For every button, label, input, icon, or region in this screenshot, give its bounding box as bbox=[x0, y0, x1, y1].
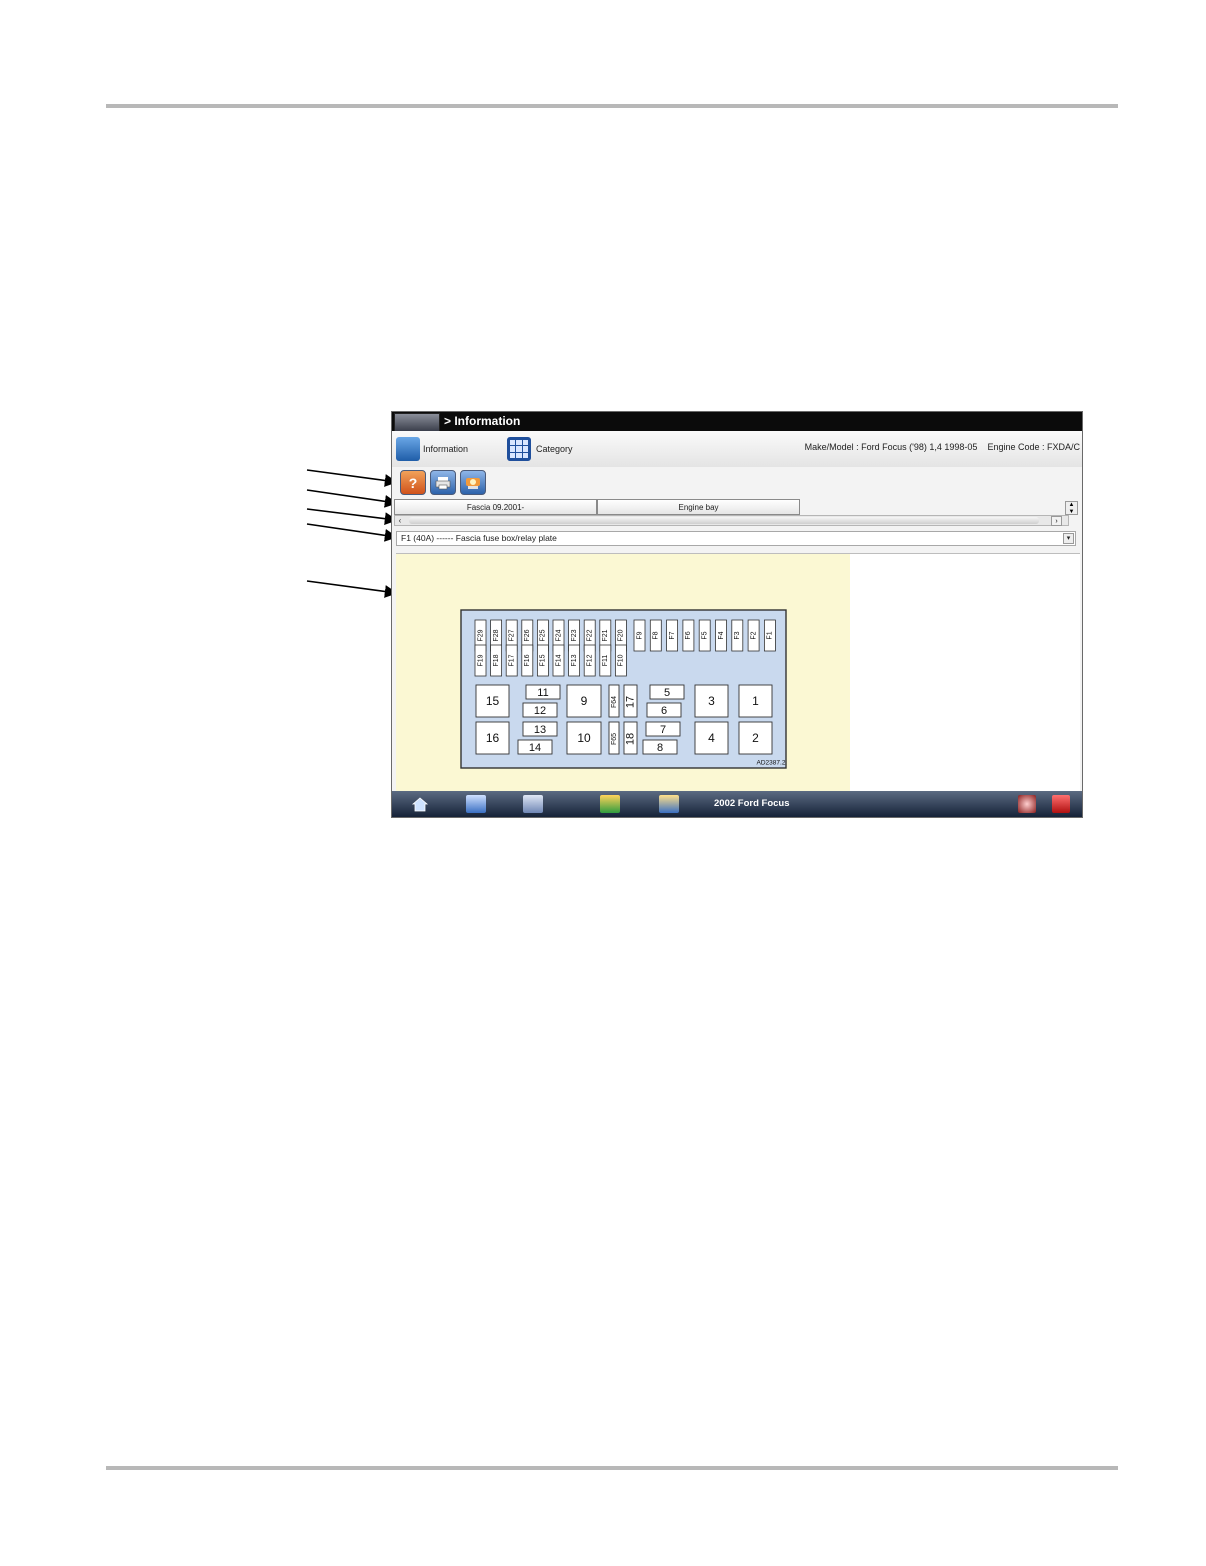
help-icon: ? bbox=[408, 474, 418, 491]
chevron-down-icon[interactable]: ▾ bbox=[1063, 533, 1074, 544]
category-button-label[interactable]: Category bbox=[536, 444, 573, 454]
fuse-label-F3: F3 bbox=[734, 631, 741, 639]
fuse-label-F6: F6 bbox=[685, 631, 692, 639]
tab-engine-bay[interactable]: Engine bay bbox=[597, 499, 800, 515]
fuse-label-F5: F5 bbox=[702, 631, 709, 639]
tab-strip: Fascia 09.2001- Engine bay bbox=[392, 499, 1082, 516]
fuse-label-F17: F17 bbox=[509, 654, 516, 666]
title-bar: > Information bbox=[392, 412, 1082, 432]
fuse-label-F25: F25 bbox=[540, 629, 547, 641]
fuse-label-F1: F1 bbox=[767, 631, 774, 639]
fuse-label-F15: F15 bbox=[540, 654, 547, 666]
fuse-label-F16: F16 bbox=[524, 654, 531, 666]
fuse-label-F20: F20 bbox=[618, 629, 625, 641]
relay-label-18: 18 bbox=[624, 733, 636, 745]
fuse-label-F24: F24 bbox=[555, 629, 562, 641]
fuse-label-F4: F4 bbox=[718, 631, 725, 639]
fuse-label-F11: F11 bbox=[602, 655, 609, 667]
relay-label-17: 17 bbox=[624, 696, 636, 708]
fuse-label-F9: F9 bbox=[636, 631, 643, 639]
scroll-right-icon[interactable]: › bbox=[1051, 516, 1062, 526]
relay-label-11: 11 bbox=[537, 687, 548, 699]
fuse-label-F14: F14 bbox=[555, 654, 562, 666]
relay-label-8: 8 bbox=[657, 742, 663, 754]
status-bar: 2002 Ford Focus bbox=[392, 791, 1082, 817]
relay-label-16: 16 bbox=[486, 731, 500, 745]
fuse-label-F23: F23 bbox=[571, 629, 578, 641]
tab-fascia[interactable]: Fascia 09.2001- bbox=[394, 499, 597, 515]
vehicle-info: Make/Model : Ford Focus ('98) 1,4 1998-0… bbox=[805, 442, 1080, 452]
relay-label-5: 5 bbox=[664, 687, 670, 699]
fuse-label-F21: F21 bbox=[602, 629, 609, 641]
vehicle-data-icon[interactable] bbox=[600, 795, 620, 813]
relay-label-13: 13 bbox=[534, 724, 546, 736]
fuse-label-F26: F26 bbox=[524, 629, 531, 641]
relay-label-F65: F65 bbox=[611, 733, 618, 745]
horizontal-scrollbar[interactable]: ‹ bbox=[394, 515, 1069, 526]
arrow-tabs bbox=[306, 489, 398, 508]
information-button-label[interactable]: Information bbox=[423, 444, 468, 454]
status-vehicle: 2002 Ford Focus bbox=[714, 798, 790, 809]
tab-spinner[interactable]: ▲ ▼ bbox=[1065, 501, 1078, 515]
diagram-code: AD2387.2 bbox=[757, 760, 786, 767]
relay-label-12: 12 bbox=[534, 705, 546, 717]
scroll-left-icon[interactable]: ‹ bbox=[395, 516, 405, 525]
fuse-label-F7: F7 bbox=[669, 631, 676, 639]
help-button[interactable]: ? bbox=[400, 470, 426, 495]
component-icon bbox=[466, 477, 480, 489]
fuse-box-diagram: F29 F28 F27 F26 F25 F24 F23 F22 F21 F20 F9 F8 F7 F6 F5… bbox=[460, 609, 787, 769]
app-logo-icon[interactable] bbox=[394, 413, 440, 432]
toolbox-icon[interactable] bbox=[466, 795, 486, 813]
arrow-view bbox=[306, 580, 398, 598]
scanner-icon[interactable] bbox=[523, 795, 543, 813]
category-grid-icon[interactable] bbox=[507, 437, 531, 461]
info-icon[interactable] bbox=[659, 795, 679, 813]
fuse-label-F22: F22 bbox=[587, 629, 594, 641]
battery-icon[interactable] bbox=[1052, 795, 1070, 813]
diagram-view: F29 F28 F27 F26 F25 F24 F23 F22 F21 F20 F9 F8 F7 F6 F5… bbox=[396, 553, 1080, 794]
fuse-label-F27: F27 bbox=[509, 629, 516, 641]
relay-label-15: 15 bbox=[486, 694, 500, 708]
connection-icon[interactable] bbox=[1018, 795, 1036, 813]
fuse-select-value: F1 (40A) ------ Fascia fuse box/relay pl… bbox=[401, 533, 557, 543]
engine-code: Engine Code : FXDA/C bbox=[987, 442, 1080, 452]
fuse-label-F2: F2 bbox=[750, 631, 757, 639]
arrow-dropdown bbox=[306, 523, 398, 542]
home-icon[interactable] bbox=[410, 795, 430, 813]
top-rule bbox=[106, 104, 1118, 108]
print-icon bbox=[435, 476, 451, 489]
fuse-label-F13: F13 bbox=[571, 654, 578, 666]
relay-label-6: 6 bbox=[661, 705, 667, 717]
relay-label-14: 14 bbox=[529, 742, 541, 754]
relay-label-9: 9 bbox=[581, 694, 588, 708]
relay-label-3: 3 bbox=[708, 694, 715, 708]
component-button[interactable] bbox=[460, 470, 486, 495]
app-window: > Information Information Category Make/… bbox=[391, 411, 1083, 818]
arrow-scrollbar bbox=[306, 508, 398, 525]
fuse-label-F10: F10 bbox=[618, 654, 625, 666]
relay-label-7: 7 bbox=[660, 724, 666, 736]
arrow-toolbar bbox=[306, 469, 398, 487]
fuse-label-F19: F19 bbox=[477, 654, 484, 666]
fuse-label-F28: F28 bbox=[493, 629, 500, 641]
main-toolbar: Information Category Make/Model : Ford F… bbox=[392, 431, 1082, 468]
window-title: > Information bbox=[444, 414, 521, 428]
relay-label-4: 4 bbox=[708, 731, 715, 745]
action-toolbar: ? bbox=[392, 467, 1082, 497]
fuse-label-F8: F8 bbox=[653, 631, 660, 639]
make-model: Make/Model : Ford Focus ('98) 1,4 1998-0… bbox=[804, 442, 978, 452]
relay-label-1: 1 bbox=[752, 694, 759, 708]
fuse-select[interactable]: F1 (40A) ------ Fascia fuse box/relay pl… bbox=[396, 531, 1076, 546]
relay-label-2: 2 bbox=[752, 731, 759, 745]
scroll-thumb[interactable] bbox=[409, 517, 1039, 524]
print-button[interactable] bbox=[430, 470, 456, 495]
bottom-rule bbox=[106, 1466, 1118, 1470]
fuse-label-F18: F18 bbox=[493, 654, 500, 666]
relay-label-F64: F64 bbox=[611, 696, 618, 708]
information-icon[interactable] bbox=[396, 437, 420, 461]
relay-label-10: 10 bbox=[577, 731, 591, 745]
fuse-label-F29: F29 bbox=[477, 629, 484, 641]
fuse-label-F12: F12 bbox=[587, 654, 594, 666]
callout-arrows bbox=[306, 469, 398, 598]
